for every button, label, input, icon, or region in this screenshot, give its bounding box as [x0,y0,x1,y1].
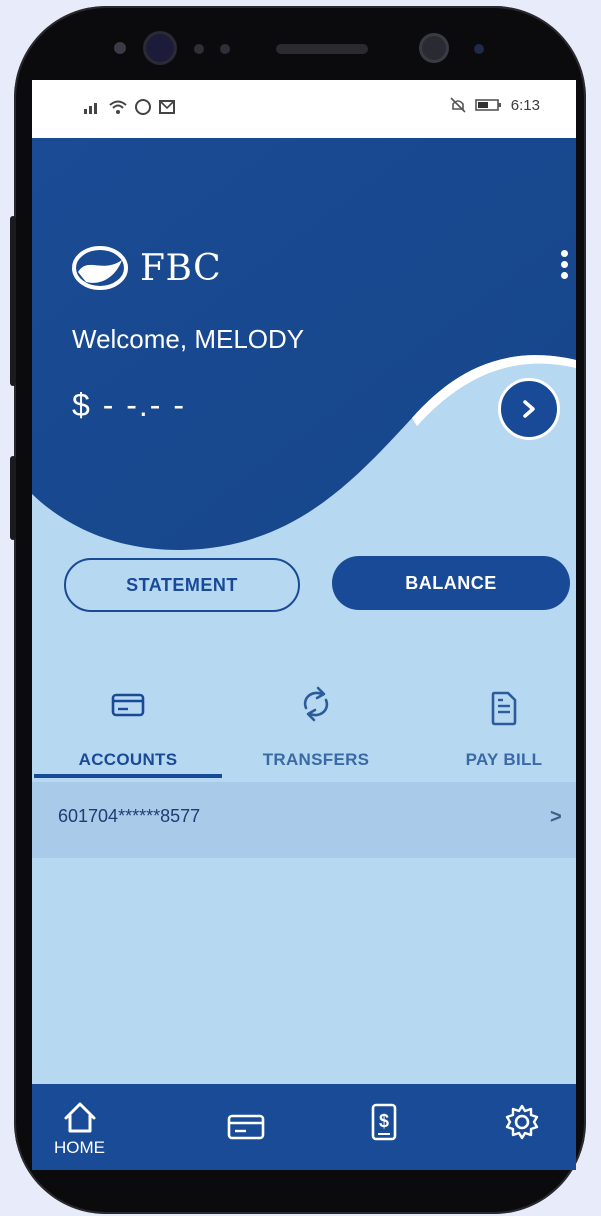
message-icon [159,100,175,114]
menu-dot [560,261,568,268]
bottom-navigation: HOME $ [32,1084,576,1170]
bill-icon [491,691,517,726]
fbc-logo-icon [72,246,128,290]
hero-wave-background [32,138,576,551]
balance-next-button[interactable] [498,378,560,440]
dollar-receipt-icon: $ [371,1103,397,1141]
active-tab-indicator [34,774,222,778]
svg-text:$: $ [379,1111,389,1131]
kebab-menu-icon[interactable] [552,246,576,286]
whatsapp-icon [135,99,151,115]
mute-icon [450,97,466,113]
balance-amount: $ - -.- - [72,387,186,423]
status-time: 6:13 [510,96,540,114]
welcome-text: Welcome, MELODY [72,324,305,354]
tab-pay-bill[interactable]: PAY BILL [414,686,576,776]
balance-button[interactable]: BALANCE [332,556,570,610]
status-bar: 6:13 [32,80,576,138]
nav-cards[interactable] [222,1084,292,1170]
status-left-icons [82,98,176,116]
nav-settings[interactable] [496,1084,566,1170]
tab-accounts[interactable]: ACCOUNTS [38,686,218,776]
menu-dot [560,250,568,257]
sensor-dot [114,42,126,54]
wifi-icon [109,100,127,114]
battery-icon [474,99,501,111]
bixby-button [10,456,16,540]
sensor-dot [194,44,204,54]
front-camera [422,36,446,60]
home-icon [64,1102,96,1133]
brand-logo: FBC [72,246,221,290]
earpiece-speaker [276,44,368,54]
tab-transfers[interactable]: TRANSFERS [226,686,406,776]
sensor-dot [474,44,484,54]
nav-home-label: HOME [54,1138,105,1157]
hero-header [32,138,576,608]
iris-camera [146,34,174,62]
tab-transfers-label: TRANSFERS [262,750,370,769]
card-icon [227,1114,265,1140]
sensor-dot [220,44,230,54]
menu-dot [560,272,568,279]
app-screen: 6:13 FBC Welcome, MELODY $ - -.- - STATE… [32,80,576,1170]
transfer-icon [303,686,329,722]
account-number: 601704******8577 [58,806,201,826]
volume-button [10,216,16,386]
brand-name: FBC [140,247,222,289]
statement-button[interactable]: STATEMENT [64,558,300,612]
nav-payments[interactable]: $ [356,1084,426,1170]
gear-icon [505,1104,539,1140]
chevron-right-icon: > [550,806,562,828]
tab-pay-bill-label: PAY BILL [465,750,543,769]
status-right: 6:13 [449,96,540,114]
nav-home[interactable]: HOME [54,1084,144,1170]
chevron-right-icon [523,400,535,418]
tab-accounts-label: ACCOUNTS [78,750,178,769]
signal-icon [84,103,97,114]
card-icon [111,693,145,717]
account-list-item[interactable]: 601704******8577 > [32,782,576,858]
